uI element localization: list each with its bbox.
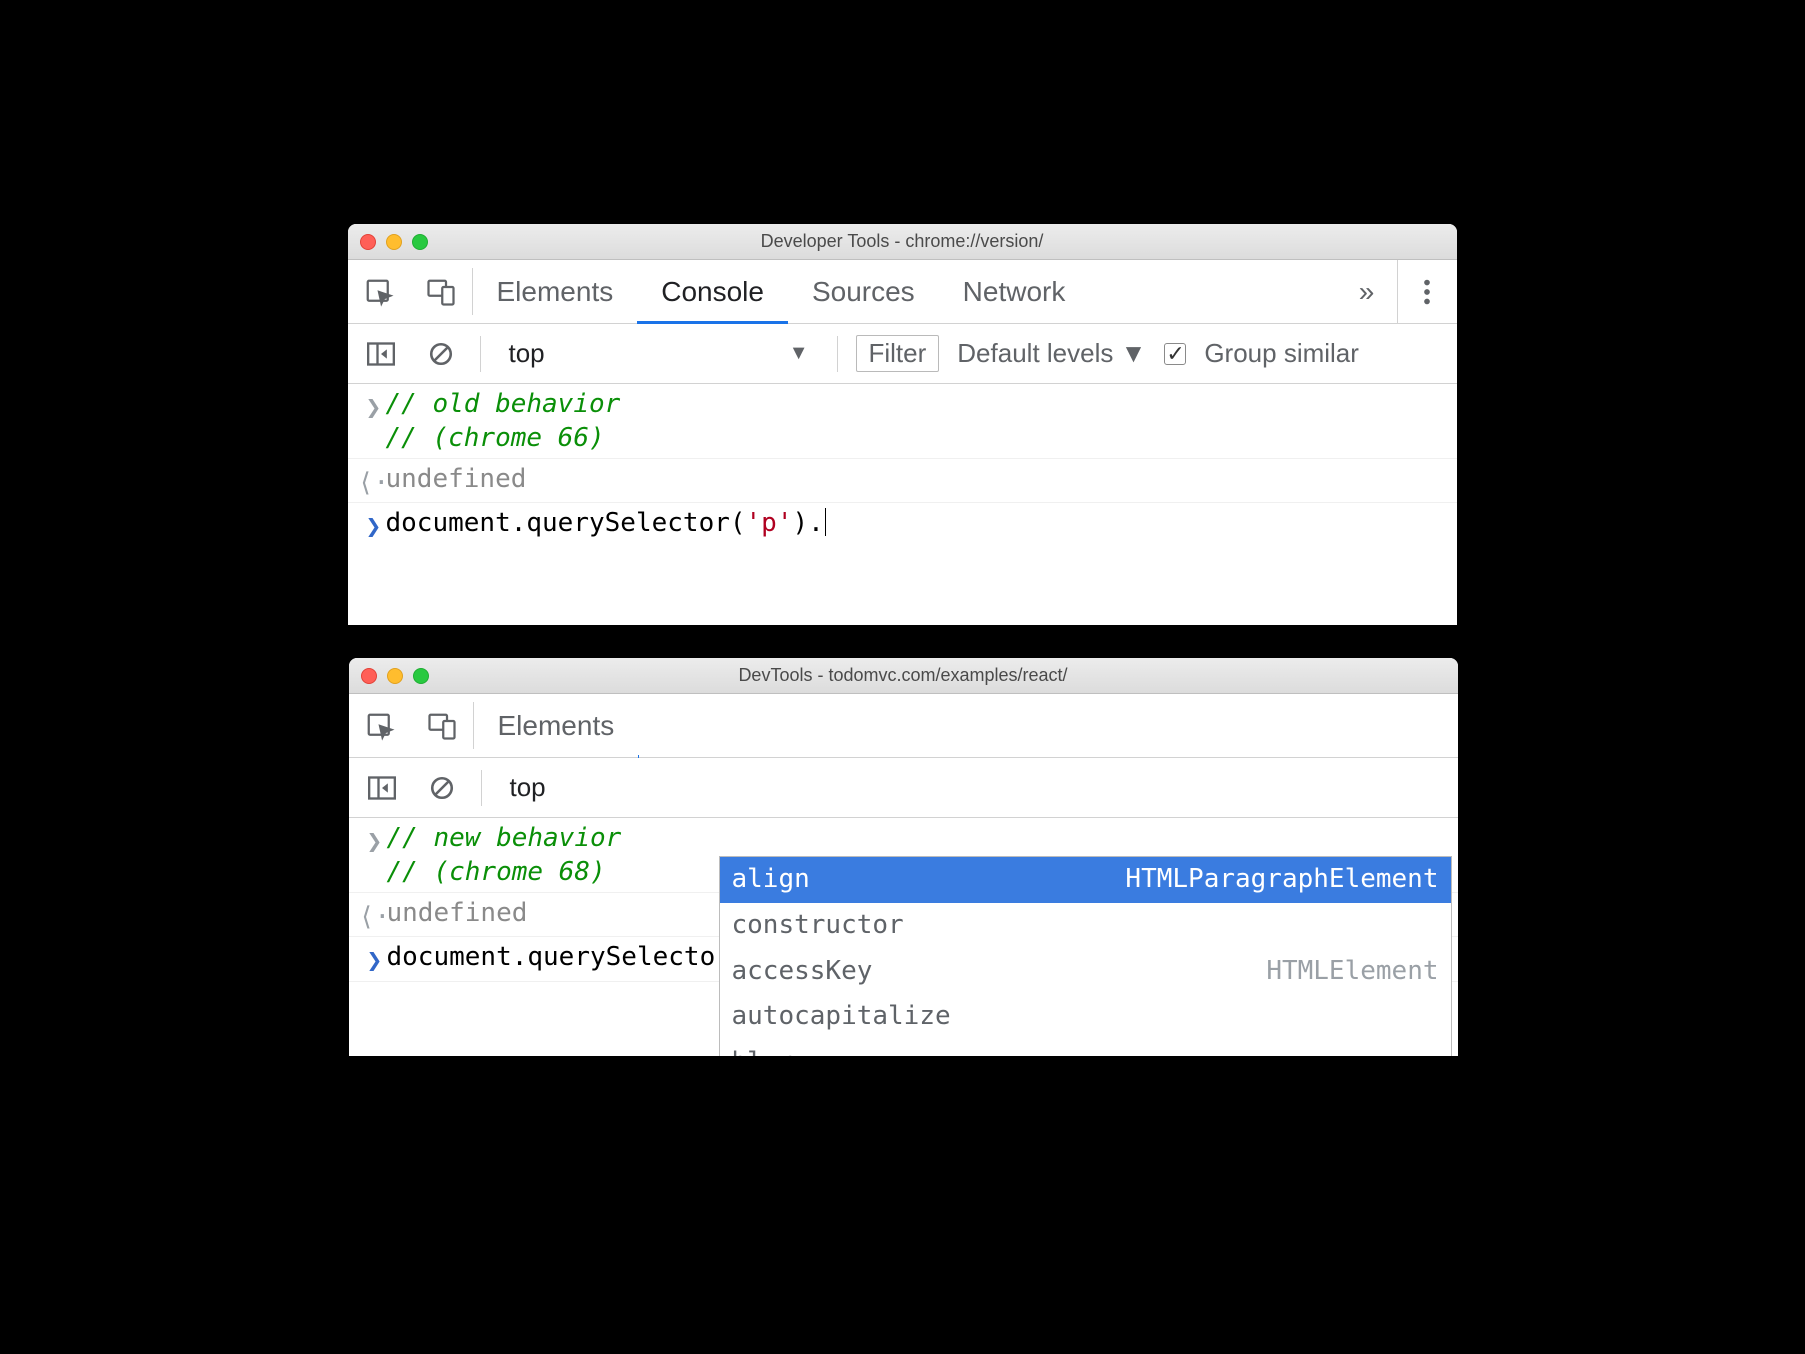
close-icon[interactable] [360,234,376,250]
titlebar: Developer Tools - chrome://version/ [348,224,1457,260]
console-input-row[interactable]: ❯ document.querySelector('p'). [348,503,1457,547]
prompt-chevron-icon: ❯ [362,507,386,545]
result-chevron-icon: ⟨· [363,897,387,935]
tabbar: Elements [349,694,1458,758]
autocomplete-hint: HTMLElement [1266,955,1438,989]
tab-console[interactable]: Console [637,260,788,323]
execution-context-select[interactable]: top ▼ [499,338,819,369]
inspect-icon[interactable] [349,694,411,757]
device-toggle-icon[interactable] [410,260,472,323]
autocomplete-item[interactable]: autocapitalize [720,994,1451,1040]
result-chevron-icon: ⟨· [362,463,386,501]
autocomplete-item[interactable]: accessKey HTMLElement [720,949,1451,995]
minimize-icon[interactable] [386,234,402,250]
device-toggle-icon[interactable] [411,694,473,757]
sidebar-toggle-icon[interactable] [361,776,403,800]
context-value: top [510,772,546,803]
tab-network[interactable]: Network [939,260,1090,323]
tab-console-hidden[interactable] [638,694,639,757]
prompt-chevron-icon: ❯ [363,941,387,979]
autocomplete-item[interactable]: align HTMLParagraphElement [720,857,1451,903]
autocomplete-popup: align HTMLParagraphElement constructor acce… [719,856,1452,1056]
result-text: undefined [386,463,1443,497]
sidebar-toggle-icon[interactable] [360,342,402,366]
comment-text: // old behavior [386,388,1443,422]
autocomplete-label: autocapitalize [732,1000,951,1034]
console-filterbar: top ▼ Filter Default levels ▼ Group simi… [348,324,1457,384]
comment-text: // (chrome 66) [386,422,1443,456]
window-title: DevTools - todomvc.com/examples/react/ [738,665,1067,686]
titlebar: DevTools - todomvc.com/examples/react/ [349,658,1458,694]
minimize-icon[interactable] [387,668,403,684]
tab-elements[interactable]: Elements [473,260,638,323]
autocomplete-label: align [732,863,810,897]
devtools-window-new: DevTools - todomvc.com/examples/react/ E… [349,658,1458,1056]
tab-sources[interactable]: Sources [788,260,939,323]
dropdown-caret-icon: ▼ [789,342,809,365]
window-title: Developer Tools - chrome://version/ [761,231,1044,252]
clear-console-icon[interactable] [420,341,462,367]
traffic-lights [360,234,428,250]
autocomplete-label: constructor [732,909,904,943]
expand-chevron-icon[interactable]: ❯ [363,822,387,860]
group-similar-checkbox[interactable] [1164,343,1186,365]
console-body: ❯ // old behavior // (chrome 66) ⟨· unde… [348,384,1457,547]
inspect-icon[interactable] [348,260,410,323]
context-value: top [509,338,545,369]
log-levels-select[interactable]: Default levels ▼ [957,338,1146,369]
comment-text: // new behavior [387,822,1444,856]
autocomplete-label: accessKey [732,955,873,989]
devtools-window-old: Developer Tools - chrome://version/ Elem… [348,224,1457,625]
autocomplete-item[interactable]: constructor [720,903,1451,949]
console-input[interactable]: document.querySelector('p'). [386,507,1443,541]
autocomplete-item[interactable]: blur [720,1040,1451,1056]
console-filterbar: top [349,758,1458,818]
autocomplete-label: blur [732,1046,795,1056]
log-result: ⟨· undefined [348,459,1457,504]
group-similar-label: Group similar [1204,338,1359,369]
console-body: ❯ // new behavior // (chrome 68) ⟨· unde… [349,818,1458,982]
clear-console-icon[interactable] [421,775,463,801]
zoom-icon[interactable] [412,234,428,250]
traffic-lights [361,668,429,684]
filter-input[interactable]: Filter [856,335,940,372]
close-icon[interactable] [361,668,377,684]
tab-elements[interactable]: Elements [474,694,639,757]
more-tabs-button[interactable]: » [1337,260,1397,323]
autocomplete-hint: HTMLParagraphElement [1125,863,1438,897]
expand-chevron-icon[interactable]: ❯ [362,388,386,426]
log-entry: ❯ // old behavior // (chrome 66) [348,384,1457,459]
tabbar: Elements Console Sources Network » [348,260,1457,324]
execution-context-select[interactable]: top [500,772,650,803]
zoom-icon[interactable] [413,668,429,684]
kebab-menu-icon[interactable] [1397,260,1457,323]
